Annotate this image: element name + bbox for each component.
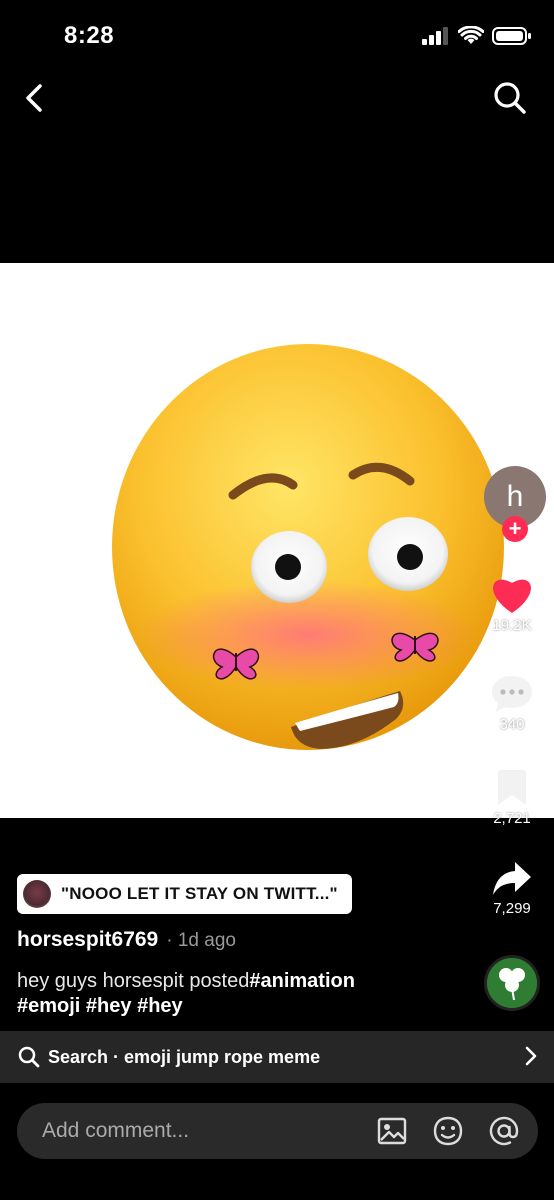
sound-chip[interactable]: "NOOO LET IT STAY ON TWITT..." (17, 874, 352, 914)
battery-icon (492, 27, 531, 45)
share-action[interactable]: 7,299 (470, 860, 554, 917)
cellular-signal-icon (422, 27, 448, 45)
hashtag[interactable]: #emoji (17, 995, 80, 1017)
status-time: 8:28 (64, 22, 115, 49)
hashtag[interactable]: #animation (249, 970, 355, 992)
comment-bubble-icon[interactable] (490, 672, 534, 714)
comment-action[interactable]: 340 (470, 672, 554, 733)
comment-tools (376, 1115, 520, 1147)
author-username[interactable]: horsespit6769 (17, 928, 158, 952)
music-disc[interactable] (484, 955, 540, 1011)
search-icon (494, 82, 526, 114)
save-action[interactable]: 2,721 (470, 768, 554, 827)
shamrock-icon (487, 958, 537, 1008)
back-button[interactable] (14, 76, 54, 120)
comment-count: 340 (499, 716, 525, 733)
author-line: horsespit6769 · 1d ago (17, 928, 236, 952)
creator-avatar[interactable]: h + (484, 466, 546, 546)
search-suggestion-bar[interactable]: Search · emoji jump rope meme (0, 1031, 554, 1083)
emoji-sticker-icon[interactable] (432, 1115, 464, 1147)
mention-at-icon[interactable] (488, 1115, 520, 1147)
comment-input[interactable]: Add comment... (17, 1103, 538, 1159)
comment-placeholder: Add comment... (42, 1119, 190, 1142)
image-icon[interactable] (376, 1115, 408, 1147)
search-icon (18, 1046, 40, 1068)
like-action[interactable]: 19.2K (470, 575, 554, 634)
follow-button[interactable]: + (502, 516, 528, 542)
save-count: 2,721 (493, 810, 531, 827)
search-suggestion-label: Search · emoji jump rope meme (48, 1046, 321, 1067)
chevron-right-icon (525, 1046, 537, 1066)
chevron-left-icon (26, 84, 42, 112)
hashtag[interactable]: #hey (86, 995, 132, 1017)
status-icons (422, 26, 532, 46)
hashtag[interactable]: #hey (137, 995, 183, 1017)
wifi-icon (458, 26, 484, 44)
sound-thumbnail (23, 880, 51, 908)
like-count: 19.2K (492, 617, 532, 634)
share-count: 7,299 (493, 900, 531, 917)
bookmark-icon[interactable] (495, 768, 529, 808)
heart-icon[interactable] (490, 575, 534, 615)
status-bar: 8:28 (0, 0, 554, 70)
share-arrow-icon[interactable] (491, 860, 533, 898)
post-time: · 1d ago (166, 930, 236, 951)
flushed-emoji-image (112, 344, 504, 750)
video-player[interactable] (0, 263, 554, 818)
caption-text: hey guys horsespit posted (17, 970, 250, 992)
sound-title: "NOOO LET IT STAY ON TWITT..." (61, 884, 338, 903)
search-button[interactable] (490, 78, 530, 118)
caption: hey guys horsespit posted#animation #emo… (17, 969, 437, 1019)
top-nav (0, 70, 554, 130)
